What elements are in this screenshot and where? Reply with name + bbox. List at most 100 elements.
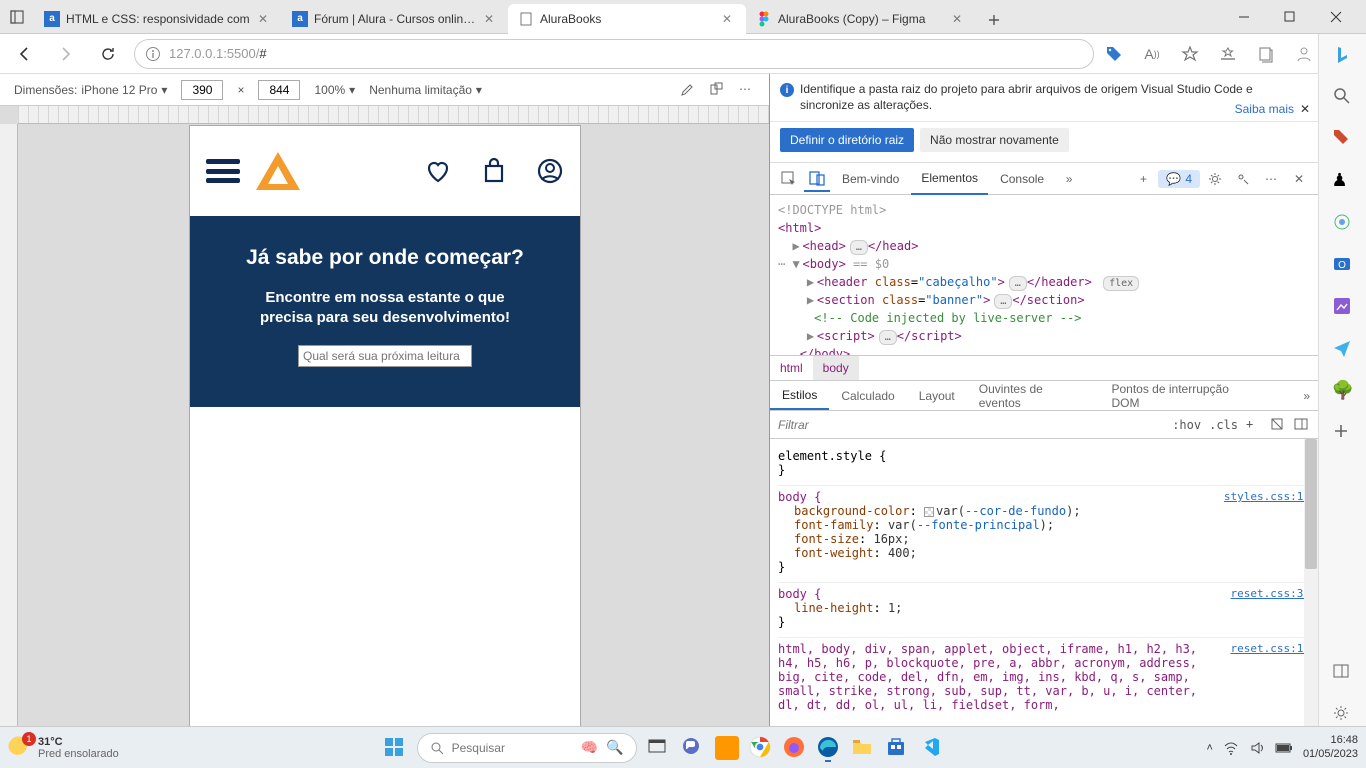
- refresh-button[interactable]: [92, 38, 124, 70]
- more-styles-tabs-icon[interactable]: »: [1295, 381, 1318, 410]
- scrollbar[interactable]: [1304, 439, 1318, 726]
- tab-alurabooks[interactable]: AluraBooks ✕: [508, 4, 746, 34]
- address-bar[interactable]: 127.0.0.1:5500/#: [134, 39, 1094, 69]
- dom-tree[interactable]: <!DOCTYPE html> <html> ▶<head>…</head> ⋯…: [770, 195, 1318, 355]
- chat-icon[interactable]: [681, 736, 705, 760]
- system-tray[interactable]: ˄ 16:48 01/05/2023: [1207, 734, 1359, 760]
- chrome-icon[interactable]: [749, 736, 773, 760]
- shopping-icon[interactable]: [1332, 128, 1354, 150]
- favorites-star-icon[interactable]: [1180, 44, 1200, 64]
- crumb-html[interactable]: html: [770, 356, 813, 380]
- inspect-icon[interactable]: [776, 166, 802, 192]
- feedback-icon[interactable]: [1230, 166, 1256, 192]
- device-toggle-icon[interactable]: [804, 166, 830, 192]
- battery-icon[interactable]: [1275, 742, 1293, 754]
- search-icon[interactable]: [1332, 86, 1354, 108]
- tab-figma[interactable]: AluraBooks (Copy) – Figma ✕: [746, 4, 976, 34]
- image-edit-icon[interactable]: [1332, 296, 1354, 318]
- close-icon[interactable]: ✕: [952, 12, 966, 26]
- shopping-tag-icon[interactable]: [1104, 44, 1124, 64]
- bag-icon[interactable]: [480, 157, 508, 185]
- close-window-button[interactable]: [1322, 3, 1350, 31]
- add-panel-icon[interactable]: +: [1130, 166, 1156, 192]
- tree-icon[interactable]: 🌳: [1332, 380, 1354, 402]
- more-icon[interactable]: ⋯: [739, 82, 755, 98]
- games-icon[interactable]: ♟: [1332, 170, 1354, 192]
- search-input[interactable]: [298, 345, 472, 367]
- height-input[interactable]: [258, 80, 300, 100]
- volume-icon[interactable]: [1249, 740, 1265, 756]
- styles-filter-input[interactable]: [770, 411, 1164, 438]
- heart-icon[interactable]: [424, 157, 452, 185]
- add-rail-icon[interactable]: [1332, 422, 1354, 444]
- weather-widget[interactable]: 31°C Pred ensolarado: [8, 736, 119, 760]
- crumb-body[interactable]: body: [813, 356, 859, 380]
- dock-menu-icon[interactable]: ⋯: [1258, 166, 1284, 192]
- tab-welcome[interactable]: Bem-vindo: [832, 163, 909, 195]
- chevron-up-icon[interactable]: ˄: [1207, 742, 1213, 754]
- minimize-button[interactable]: [1230, 3, 1258, 31]
- panel-toggle-icon[interactable]: [1332, 662, 1354, 684]
- task-view-icon[interactable]: [647, 736, 671, 760]
- tab-html-css[interactable]: a HTML e CSS: responsividade com ✕: [34, 4, 282, 34]
- close-icon[interactable]: ✕: [258, 12, 272, 26]
- dismiss-button[interactable]: Não mostrar novamente: [920, 128, 1069, 152]
- close-icon[interactable]: ✕: [722, 12, 736, 26]
- source-link[interactable]: reset.css:31: [1231, 587, 1310, 600]
- tab-ouvintes[interactable]: Ouvintes de eventos: [967, 381, 1100, 410]
- edge-icon[interactable]: [817, 736, 841, 760]
- panel-layout-icon[interactable]: [1294, 417, 1310, 433]
- profile-icon[interactable]: [1294, 44, 1314, 64]
- favorites-bar-icon[interactable]: [1218, 44, 1238, 64]
- tab-elements[interactable]: Elementos: [911, 163, 988, 195]
- zoom-select[interactable]: 100% ▾: [314, 83, 355, 97]
- tab-pontos[interactable]: Pontos de interrupção DOM: [1099, 381, 1271, 410]
- vscode-icon[interactable]: [919, 736, 943, 760]
- tab-layout[interactable]: Layout: [907, 381, 967, 410]
- issues-badge[interactable]: 💬4: [1158, 170, 1200, 188]
- user-icon[interactable]: [536, 157, 564, 185]
- source-link[interactable]: reset.css:18: [1231, 642, 1310, 655]
- send-icon[interactable]: [1332, 338, 1354, 360]
- breadcrumb[interactable]: html body: [770, 355, 1318, 381]
- bing-icon[interactable]: [1332, 44, 1354, 66]
- rule-body-reset[interactable]: reset.css:31 body { line-height: 1; }: [778, 583, 1310, 638]
- rule-reset-all[interactable]: reset.css:18 html, body, div, span, appl…: [778, 638, 1310, 720]
- cls-toggle[interactable]: .cls: [1209, 418, 1238, 432]
- clock[interactable]: 16:48 01/05/2023: [1303, 734, 1358, 760]
- width-input[interactable]: [181, 80, 223, 100]
- site-info-icon[interactable]: [145, 46, 161, 62]
- rule-body-styles[interactable]: styles.css:13 body { background-color: v…: [778, 486, 1310, 583]
- maximize-button[interactable]: [1276, 3, 1304, 31]
- throttle-select[interactable]: Nenhuma limitação ▾: [369, 83, 482, 97]
- collections-icon[interactable]: [1256, 44, 1276, 64]
- more-tabs-icon[interactable]: »: [1056, 166, 1082, 192]
- wifi-icon[interactable]: [1223, 740, 1239, 756]
- tab-actions-icon[interactable]: [10, 10, 24, 24]
- sublime-icon[interactable]: [715, 736, 739, 760]
- store-icon[interactable]: [885, 736, 909, 760]
- rule-element-style[interactable]: element.style { }: [778, 445, 1310, 486]
- gear-icon[interactable]: [1332, 704, 1354, 726]
- gear-icon[interactable]: [1202, 166, 1228, 192]
- start-button[interactable]: [383, 736, 407, 760]
- eyedropper-icon[interactable]: [679, 82, 695, 98]
- back-button[interactable]: [8, 38, 40, 70]
- tab-estilos[interactable]: Estilos: [770, 381, 829, 410]
- tab-forum[interactable]: a Fórum | Alura - Cursos online de ✕: [282, 4, 508, 34]
- read-aloud-icon[interactable]: A)): [1142, 44, 1162, 64]
- tab-calculado[interactable]: Calculado: [829, 381, 906, 410]
- source-link[interactable]: styles.css:13: [1224, 490, 1310, 503]
- rotate-icon[interactable]: [709, 82, 725, 98]
- close-devtools-icon[interactable]: ✕: [1286, 166, 1312, 192]
- outlook-icon[interactable]: O: [1332, 254, 1354, 276]
- close-icon[interactable]: ✕: [484, 12, 498, 26]
- hamburger-icon[interactable]: [206, 159, 240, 183]
- close-icon[interactable]: ✕: [1300, 102, 1312, 114]
- computed-icon[interactable]: [1270, 417, 1286, 433]
- explorer-icon[interactable]: [851, 736, 875, 760]
- device-select[interactable]: Dimensões: iPhone 12 Pro ▾: [14, 83, 167, 97]
- learn-more-link[interactable]: Saiba mais: [1235, 102, 1294, 116]
- tab-console[interactable]: Console: [990, 163, 1054, 195]
- taskbar-search[interactable]: Pesquisar 🧠 🔍: [417, 733, 637, 763]
